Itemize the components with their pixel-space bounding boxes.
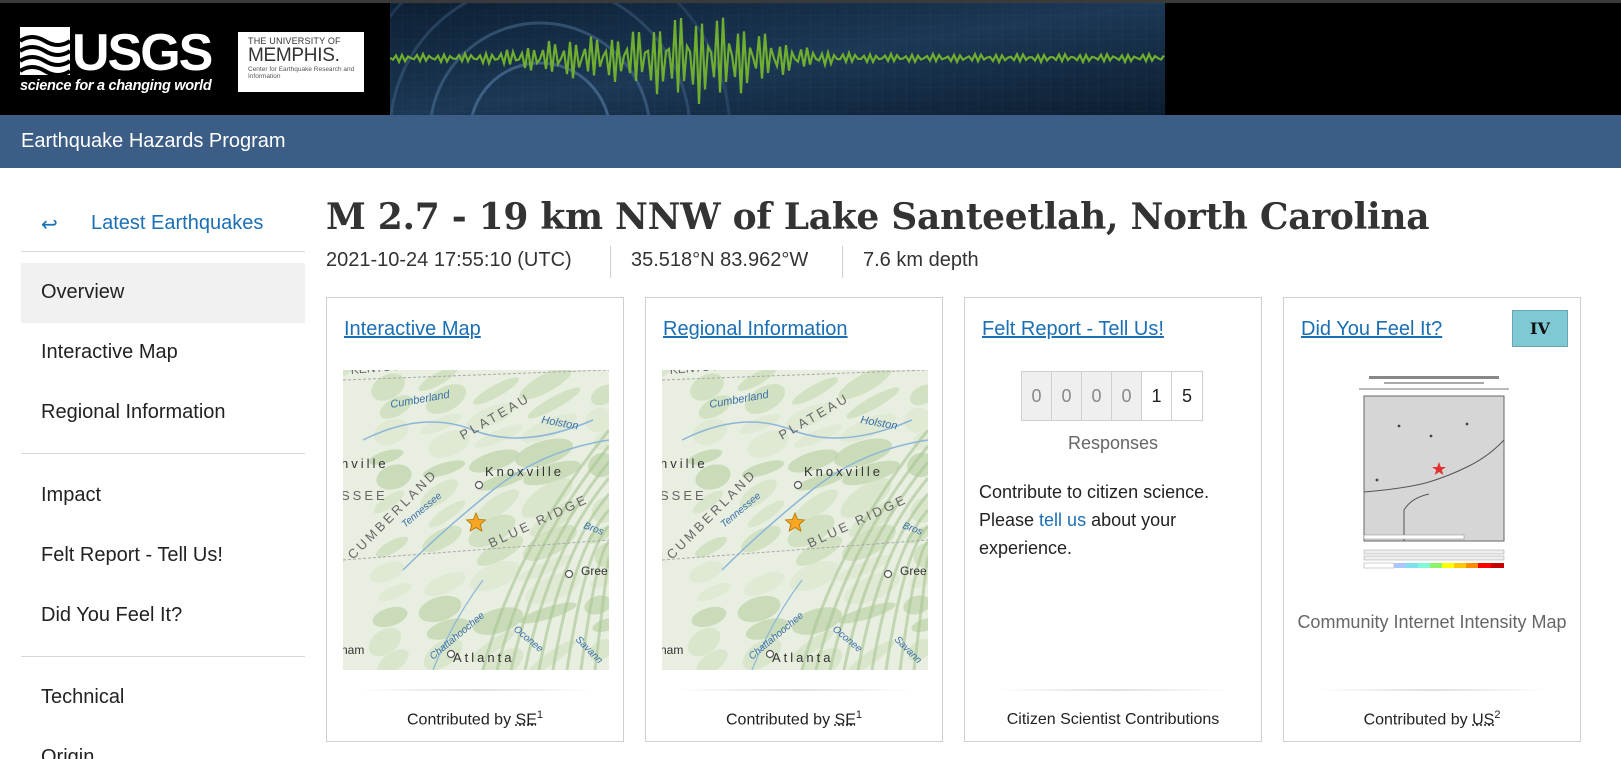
map-place-label: nam xyxy=(662,643,683,657)
program-bar: Earthquake Hazards Program xyxy=(0,115,1621,168)
sidebar-item-did-you-feel-it[interactable]: Did You Feel It? xyxy=(21,586,305,646)
counter-digit: 5 xyxy=(1172,372,1202,420)
felt-report-description: Contribute to citizen science. Please te… xyxy=(979,478,1249,562)
sidebar-item-regional-information[interactable]: Regional Information xyxy=(21,383,305,443)
latest-earthquakes-label: Latest Earthquakes xyxy=(91,212,263,235)
site-header-banner: USGS science for a changing world THE UN… xyxy=(0,0,1621,115)
sidebar-nav: ↩ Latest Earthquakes Overview Interactiv… xyxy=(21,168,305,759)
contributor-footnote: 2 xyxy=(1494,709,1500,721)
responses-label: Responses xyxy=(965,433,1261,454)
map-place-label: Knoxville xyxy=(485,464,564,479)
sidebar-divider xyxy=(21,251,305,252)
counter-digit: 0 xyxy=(1052,372,1082,420)
map-place-label: hville xyxy=(662,456,708,471)
contributed-by-label: Contributed by xyxy=(407,711,511,728)
sidebar-item-technical[interactable]: Technical xyxy=(21,668,305,728)
dyfi-link[interactable]: Did You Feel It? xyxy=(1301,318,1442,341)
card-divider xyxy=(995,689,1231,691)
city-dot xyxy=(767,651,774,658)
event-depth: 7.6 km depth xyxy=(863,249,979,272)
event-location: 35.518°N 83.962°W xyxy=(631,249,808,272)
contributor-footnote: 1 xyxy=(537,709,543,721)
contributed-by-label: Contributed by xyxy=(726,711,830,728)
event-time: 2021-10-24 17:55:10 (UTC) xyxy=(326,249,572,272)
dyfi-card: Did You Feel It? IV Community Internet I… xyxy=(1283,297,1581,742)
map-place-label: hville xyxy=(343,456,389,471)
sidebar-item-felt-report[interactable]: Felt Report - Tell Us! xyxy=(21,526,305,586)
seismogram-banner-image xyxy=(390,3,1165,118)
sidebar-item-impact[interactable]: Impact xyxy=(21,466,305,526)
map-place-label: Atlanta xyxy=(772,650,833,665)
regional-map-thumbnail[interactable]: KENTUCKYCumberlandPLATEAUHolstonhvilleKn… xyxy=(662,370,928,670)
sidebar-item-origin[interactable]: Origin xyxy=(21,728,305,759)
sidebar-item-interactive-map[interactable]: Interactive Map xyxy=(21,323,305,383)
meta-separator xyxy=(842,246,843,278)
map-place-label: Gree xyxy=(581,564,608,578)
city-dot xyxy=(448,651,455,658)
interactive-map-thumbnail[interactable]: KENTUCKYCumberlandPLATEAUHolstonhvilleKn… xyxy=(343,370,609,670)
card-footer: Contributed by US2 xyxy=(1284,709,1580,729)
usgs-logo[interactable]: USGS science for a changing world xyxy=(20,27,220,99)
regional-information-card: Regional Information KENTUCKYCumberlandP… xyxy=(645,297,943,742)
interactive-map-card: Interactive Map KENTUCKYCumberlandPLATEA… xyxy=(326,297,624,742)
sidebar-divider xyxy=(21,453,305,454)
contributor-network[interactable]: US xyxy=(1472,711,1494,728)
felt-report-card: Felt Report - Tell Us! 0 0 0 0 1 5 Respo… xyxy=(964,297,1262,742)
card-divider xyxy=(1314,689,1550,691)
map-place-label: Knoxville xyxy=(804,464,883,479)
felt-report-link[interactable]: Felt Report - Tell Us! xyxy=(982,318,1164,341)
sidebar-divider xyxy=(21,656,305,657)
counter-digit: 1 xyxy=(1142,372,1172,420)
city-dot xyxy=(795,482,802,489)
regional-information-link[interactable]: Regional Information xyxy=(663,318,848,341)
tell-us-link[interactable]: tell us xyxy=(1039,510,1086,530)
usgs-wordmark: USGS xyxy=(72,23,211,83)
counter-digit: 0 xyxy=(1022,372,1052,420)
memphis-line3: Center for Earthquake Research and Infor… xyxy=(248,66,364,80)
city-dot xyxy=(566,571,573,578)
map-place-label: SSEE xyxy=(662,488,707,503)
interactive-map-link[interactable]: Interactive Map xyxy=(344,318,481,341)
city-dot xyxy=(885,571,892,578)
usgs-wave-icon xyxy=(20,27,70,75)
card-divider xyxy=(676,689,912,691)
memphis-logo[interactable]: THE UNIVERSITY OF MEMPHIS. Center for Ea… xyxy=(238,32,364,92)
intensity-badge: IV xyxy=(1512,310,1568,347)
usgs-tagline: science for a changing world xyxy=(20,78,211,94)
page-title: M 2.7 - 19 km NNW of Lake Santeetlah, No… xyxy=(326,196,1429,238)
card-footer: Contributed by SE1 xyxy=(327,709,623,729)
contributor-network[interactable]: SE xyxy=(516,711,537,728)
memphis-line2: MEMPHIS. xyxy=(248,46,364,66)
sidebar-item-overview[interactable]: Overview xyxy=(21,263,305,323)
map-place-label: Atlanta xyxy=(453,650,514,665)
responses-counter: 0 0 0 0 1 5 xyxy=(1021,371,1203,421)
arrow-left-icon: ↩ xyxy=(41,212,58,237)
program-title-link[interactable]: Earthquake Hazards Program xyxy=(21,130,286,153)
contributor-footnote: 1 xyxy=(856,709,862,721)
card-footer: Contributed by SE1 xyxy=(646,709,942,729)
counter-digit: 0 xyxy=(1082,372,1112,420)
dyfi-caption: Community Internet Intensity Map xyxy=(1284,608,1580,636)
intensity-map-thumbnail[interactable] xyxy=(1349,370,1519,580)
card-footer: Citizen Scientist Contributions xyxy=(965,711,1261,729)
city-dot xyxy=(476,482,483,489)
map-place-label: SSEE xyxy=(343,488,388,503)
map-place-label: Gree xyxy=(900,564,927,578)
card-divider xyxy=(357,689,593,691)
contributed-by-label: Contributed by xyxy=(1364,711,1468,728)
meta-separator xyxy=(610,246,611,278)
contributor-network[interactable]: SE xyxy=(835,711,856,728)
latest-earthquakes-link[interactable]: ↩ Latest Earthquakes xyxy=(21,212,305,252)
map-place-label: nam xyxy=(343,643,364,657)
counter-digit: 0 xyxy=(1112,372,1142,420)
